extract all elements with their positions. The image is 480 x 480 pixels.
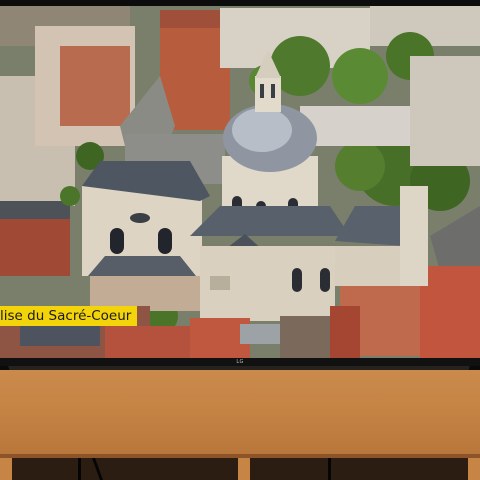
cabinet-post-center	[238, 458, 250, 480]
television: lise du Sacré-Coeur LG	[0, 0, 480, 366]
wooden-tv-cabinet	[0, 370, 480, 456]
cable	[78, 458, 81, 480]
tv-brand-logo: LG	[236, 359, 244, 365]
tv-screen: lise du Sacré-Coeur	[0, 6, 480, 358]
cabinet-post-right	[468, 458, 480, 480]
cabinet-post-left	[0, 458, 12, 480]
news-caption: lise du Sacré-Coeur	[0, 306, 138, 326]
cable	[328, 458, 331, 480]
